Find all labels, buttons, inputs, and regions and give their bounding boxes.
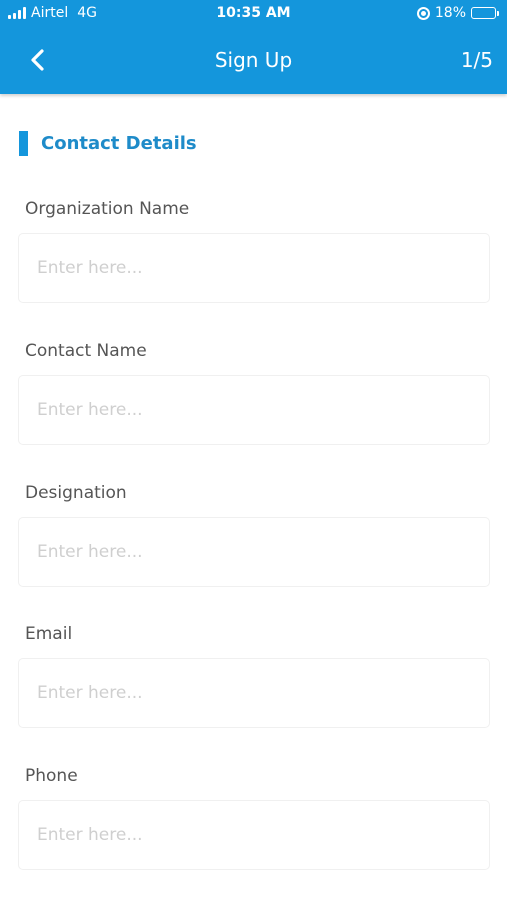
designation-input[interactable] <box>18 517 490 587</box>
email-label: Email <box>25 624 73 644</box>
status-right: 18% <box>416 5 499 21</box>
contact-name-input[interactable] <box>18 375 490 445</box>
contact-name-label: Contact Name <box>25 341 147 361</box>
page-title: Sign Up <box>214 48 293 72</box>
battery-percent: 18% <box>434 5 466 21</box>
designation-label: Designation <box>25 483 127 503</box>
app-header: Airtel 4G 10:35 AM 18% Sign Up 1/5 <box>0 0 507 94</box>
section-title: Contact Details <box>41 132 197 154</box>
organization-name-input[interactable] <box>18 233 490 303</box>
status-bar: Airtel 4G 10:35 AM 18% <box>0 0 507 28</box>
phone-input[interactable] <box>18 800 490 870</box>
phone-label: Phone <box>25 766 78 786</box>
section-header: Contact Details <box>19 130 197 156</box>
step-indicator: 1/5 <box>460 48 493 72</box>
section-accent-bar <box>19 130 28 156</box>
orientation-lock-icon <box>416 6 430 20</box>
email-input[interactable] <box>18 658 490 728</box>
organization-name-label: Organization Name <box>25 199 190 219</box>
battery-icon <box>471 7 499 19</box>
